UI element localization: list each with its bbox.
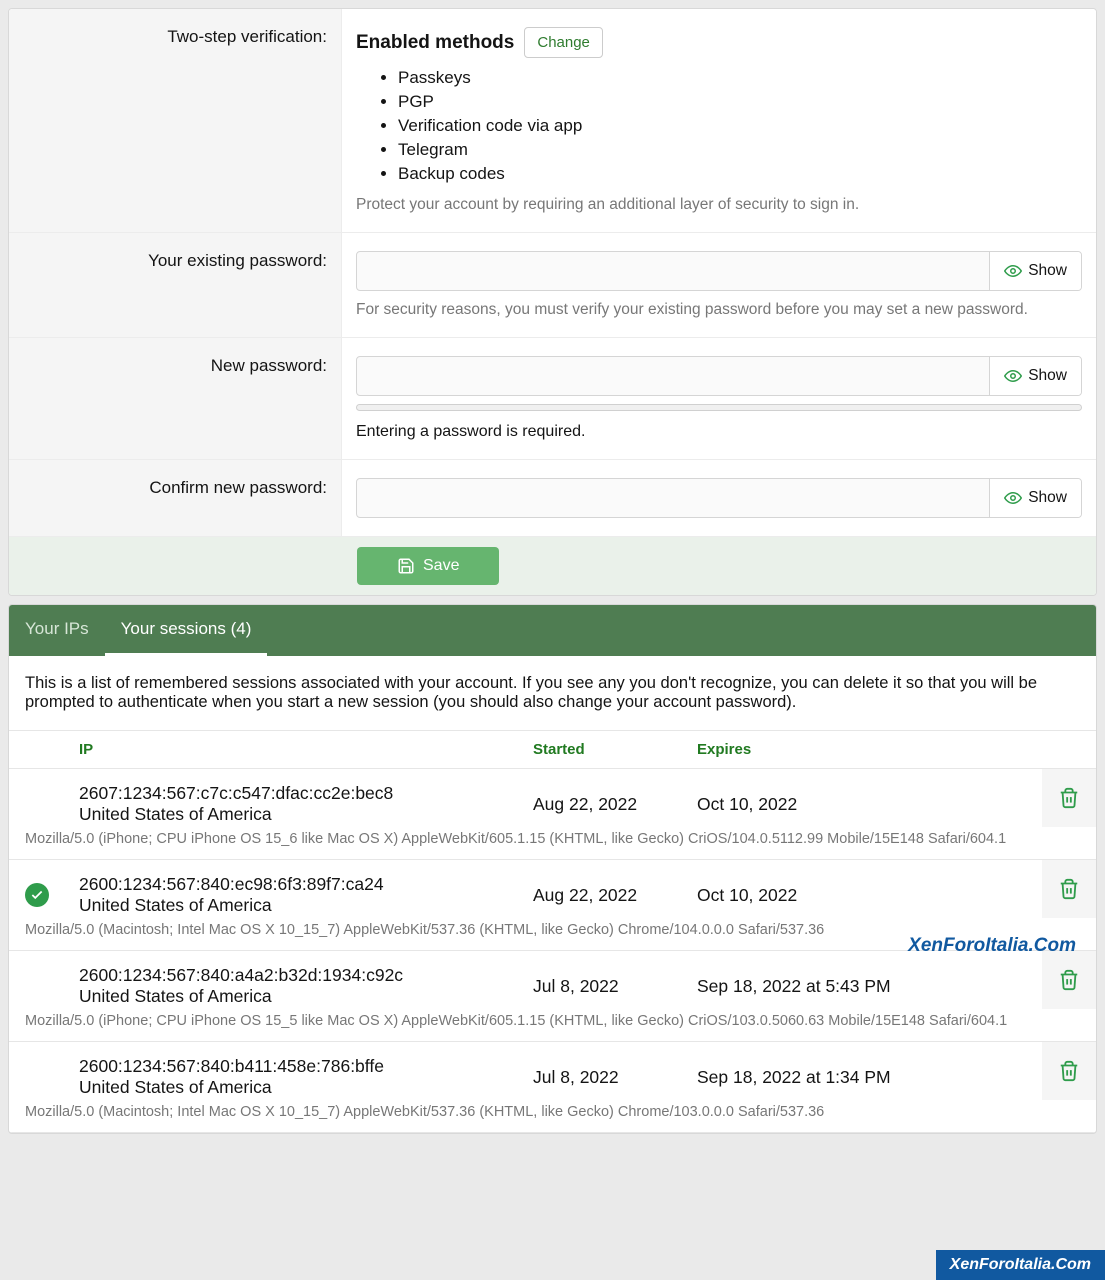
show-password-toggle[interactable]: Show [989,252,1081,290]
new-password-label: New password: [9,338,342,459]
sessions-panel: Your IPs Your sessions (4) This is a lis… [8,604,1097,1134]
method-item: Passkeys [398,66,1082,90]
session-row: 2600:1234:567:840:b411:458e:786:bffe Uni… [9,1042,1096,1133]
show-password-toggle[interactable]: Show [989,357,1081,395]
delete-session-button[interactable] [1042,769,1096,827]
current-session-indicator [25,883,79,907]
session-user-agent: Mozilla/5.0 (iPhone; CPU iPhone OS 15_6 … [9,827,1096,859]
session-ip: 2600:1234:567:840:b411:458e:786:bffe [79,1056,533,1077]
existing-password-label: Your existing password: [9,233,342,337]
two-step-hint: Protect your account by requiring an add… [356,196,1082,214]
session-started: Jul 8, 2022 [533,1067,697,1088]
save-icon [397,557,415,575]
confirm-password-row: Confirm new password: Show [9,460,1096,537]
session-ip: 2600:1234:567:840:a4a2:b32d:1934:c92c [79,965,533,986]
security-panel: Two-step verification: Enabled methods C… [8,8,1097,596]
session-started: Aug 22, 2022 [533,794,697,815]
watermark-footer: XenForoItalia.Com [936,1250,1105,1280]
show-password-toggle[interactable]: Show [989,479,1081,517]
save-row: Save [9,537,1096,595]
confirm-password-input[interactable] [357,479,989,517]
header-started: Started [533,741,697,758]
session-row: 2600:1234:567:840:a4a2:b32d:1934:c92c Un… [9,951,1096,1042]
session-started: Jul 8, 2022 [533,976,697,997]
tab-your-sessions[interactable]: Your sessions (4) [105,605,268,656]
existing-password-hint: For security reasons, you must verify yo… [356,301,1082,319]
check-icon [30,888,44,902]
session-user-agent: Mozilla/5.0 (iPhone; CPU iPhone OS 15_5 … [9,1009,1096,1041]
existing-password-row: Your existing password: Show For securit… [9,233,1096,338]
session-expires: Oct 10, 2022 [697,794,1026,815]
header-ip: IP [79,741,533,758]
tab-your-ips[interactable]: Your IPs [9,605,105,656]
eye-icon [1004,489,1022,507]
delete-session-button[interactable] [1042,1042,1096,1100]
session-user-agent: Mozilla/5.0 (Macintosh; Intel Mac OS X 1… [9,1100,1096,1132]
delete-session-button[interactable] [1042,860,1096,918]
confirm-password-label: Confirm new password: [9,460,342,536]
enabled-methods-heading: Enabled methods [356,32,514,54]
two-step-label: Two-step verification: [9,9,342,232]
method-item: Verification code via app [398,114,1082,138]
sessions-list: 2607:1234:567:c7c:c547:dfac:cc2e:bec8 Un… [9,769,1096,1133]
new-password-input[interactable] [357,357,989,395]
sessions-table-header: IP Started Expires [9,731,1096,769]
password-strength-bar [356,404,1082,411]
save-button[interactable]: Save [357,547,499,585]
sessions-description: This is a list of remembered sessions as… [9,656,1096,731]
trash-icon [1058,969,1080,991]
method-item: Backup codes [398,162,1082,186]
methods-list: Passkeys PGP Verification code via app T… [398,66,1082,186]
eye-icon [1004,262,1022,280]
session-location: United States of America [79,1077,533,1098]
session-started: Aug 22, 2022 [533,885,697,906]
session-expires: Sep 18, 2022 at 1:34 PM [697,1067,1026,1088]
change-button[interactable]: Change [524,27,603,58]
session-ip: 2600:1234:567:840:ec98:6f3:89f7:ca24 [79,874,533,895]
existing-password-input[interactable] [357,252,989,290]
session-expires: Sep 18, 2022 at 5:43 PM [697,976,1026,997]
new-password-row: New password: Show Entering a password i… [9,338,1096,460]
two-step-row: Two-step verification: Enabled methods C… [9,9,1096,233]
session-location: United States of America [79,895,533,916]
method-item: PGP [398,90,1082,114]
session-user-agent: Mozilla/5.0 (Macintosh; Intel Mac OS X 1… [9,918,1096,950]
trash-icon [1058,787,1080,809]
header-expires: Expires [697,741,1026,758]
eye-icon [1004,367,1022,385]
session-row: 2607:1234:567:c7c:c547:dfac:cc2e:bec8 Un… [9,769,1096,860]
method-item: Telegram [398,138,1082,162]
tabs: Your IPs Your sessions (4) [9,605,1096,656]
new-password-warning: Entering a password is required. [356,423,1082,441]
session-row: 2600:1234:567:840:ec98:6f3:89f7:ca24 Uni… [9,860,1096,951]
delete-session-button[interactable] [1042,951,1096,1009]
trash-icon [1058,1060,1080,1082]
trash-icon [1058,878,1080,900]
session-expires: Oct 10, 2022 [697,885,1026,906]
session-ip: 2607:1234:567:c7c:c547:dfac:cc2e:bec8 [79,783,533,804]
session-location: United States of America [79,986,533,1007]
session-location: United States of America [79,804,533,825]
